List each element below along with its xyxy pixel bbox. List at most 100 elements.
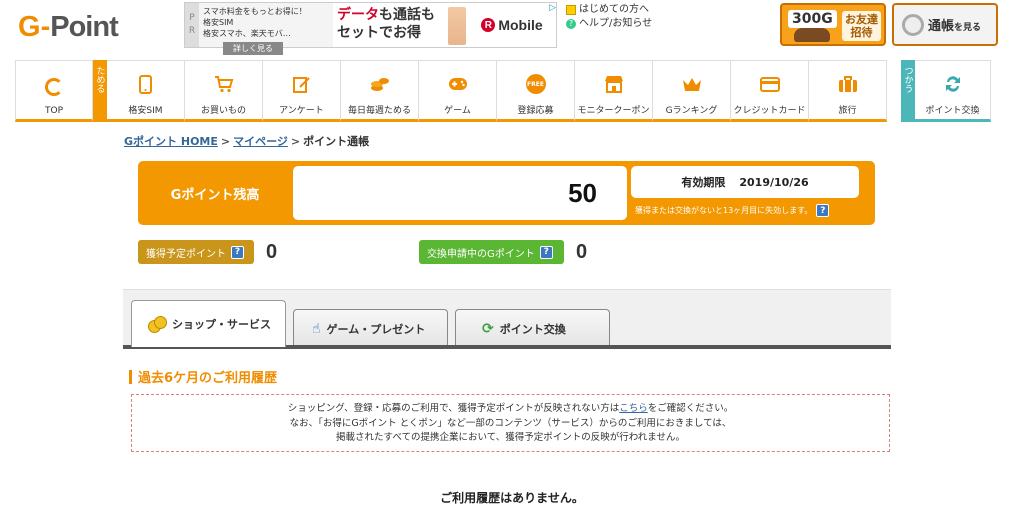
nav-item-monitor[interactable]: モニタークーポン [575,60,653,122]
expiry-box: 有効期限 2019/10/26 [631,166,859,198]
breadcrumb-sep-2: > [290,135,301,148]
ad-mid-line2: セットでお得 [337,25,421,41]
nav-item-game[interactable]: ゲーム [419,60,497,122]
ad-left: スマホ料金をもっとお得に！ 格安SIM 格安スマホ、楽天モバ… 詳しく見る [199,3,333,55]
passbook-small: を見る [954,23,982,33]
title-bar-marker [129,369,132,384]
friend-invite-text: お友達 招待 [842,10,881,41]
exchange-pending-label: 交換申請中のGポイント ? [419,240,564,264]
tab-game-present[interactable]: ☝ ゲーム・プレゼント [293,309,448,347]
phone-icon [136,74,156,94]
free-icon-text: FREE [525,74,546,94]
balance-panel: Gポイント残高 50 有効期限 2019/10/26 獲得または交換がないと13… [138,161,875,225]
nav-item-register[interactable]: FREE 登録応募 [497,60,575,122]
nav-monitor-label: モニタークーポン [577,106,650,116]
nav-survey-label: アンケート [279,106,324,116]
nav-shopping-label: お買いもの [200,106,246,116]
shop-icon [604,74,624,94]
balance-value: 50 [293,166,627,220]
nav-item-sim[interactable]: 格安SIM [107,60,185,122]
help-question-icon: ? [566,19,576,29]
ad-left-line2: 格安SIM [203,18,234,27]
ad-pr-p: P [189,13,195,23]
expiry-note: 獲得または交換がないと13ヶ月目に失効します。 ? [635,204,830,217]
bear-mascot-icon [794,28,830,42]
first-time-link[interactable]: はじめての方へ [566,3,652,17]
nav-travel-label: 旅行 [838,106,857,116]
ad-banner[interactable]: P R スマホ料金をもっとお得に！ 格安SIM 格安スマホ、楽天モバ… 詳しく見… [184,2,557,55]
nav-top[interactable]: TOP [15,60,93,122]
nav-ranking-label: Gランキング [665,106,718,116]
nav-item-credit[interactable]: クレジットカード [731,60,809,122]
nav-item-shopping[interactable]: お買いもの [185,60,263,122]
notice-here-link[interactable]: こちら [619,403,648,414]
ad-brand-text: Mobile [498,17,543,33]
nav-register-label: 登録応募 [517,106,554,116]
logo-point: Point [50,10,118,43]
tab-shop-service-label: ショップ・サービス [172,318,271,331]
rakuten-r-icon: R [481,18,496,32]
coins-icon [148,316,167,333]
nav-item-travel[interactable]: 旅行 [809,60,887,122]
coins-icon [370,74,390,94]
nav-item-daily[interactable]: 毎日毎週ためる [341,60,419,122]
ad-pr-r: R [188,26,196,36]
free-icon: FREE [525,74,546,94]
tab-point-exchange[interactable]: ⟳ ポイント交換 [455,309,610,347]
expiry-note-text: 獲得または交換がないと13ヶ月目に失効します。 [635,206,813,215]
ad-mid: データも通話も セットでお得 [333,3,468,47]
expiry-label: 有効期限 [681,176,726,189]
gpoint-g-icon [44,77,64,97]
nav-item-exchange[interactable]: ポイント交換 [915,60,991,122]
crown-icon [682,74,702,94]
breadcrumb-mypage-link[interactable]: マイページ [233,135,288,148]
main-nav: TOP ためる 格安SIM お買いもの アンケート 毎日毎週ためる ゲーム FR… [15,60,991,124]
breadcrumb: Gポイント HOME > マイページ > ポイント通帳 [124,133,369,149]
breadcrumb-home-link[interactable]: Gポイント HOME [124,135,218,148]
friend-invite-amount: 300G [788,10,837,28]
friend-invite-banner[interactable]: 300G お友達 招待 [780,3,886,46]
expiry-date: 2019/10/26 [739,175,809,189]
nav-game-label: ゲーム [444,106,471,116]
nav-earn-label: ためる [93,60,107,122]
nav-item-ranking[interactable]: Gランキング [653,60,731,122]
pending-points-label: 獲得予定ポイント ? [138,240,254,264]
exchange-arrows-icon [943,74,963,94]
passbook-banner[interactable]: 通帳を見る [892,3,998,46]
gpoint-logo[interactable]: G - Point [18,10,119,44]
logo-g: G [18,10,41,43]
ad-left-line3: 格安スマホ、楽天モバ… [203,29,291,38]
tab-game-present-label: ゲーム・プレゼント [326,322,426,336]
pending-points-label-text: 獲得予定ポイント [146,248,226,260]
help-links: はじめての方へ ? ヘルプ/お知らせ [566,3,652,31]
nav-item-survey[interactable]: アンケート [263,60,341,122]
pending-help-icon[interactable]: ? [231,245,244,259]
friend-invite-line1: お友達 [845,12,878,26]
exchange-pending-help-icon[interactable]: ? [539,245,553,259]
nav-sim-label: 格安SIM [128,106,163,116]
ad-brand: R Mobile [468,3,556,47]
notice-line-2: なお、「お得にGポイント とくポン」など一部のコンテンツ（サービス）からのご利用… [289,417,732,429]
expiry-help-icon[interactable]: ? [816,204,830,217]
pointing-hand-icon: ☝ [312,320,321,337]
tab-shop-service[interactable]: ショップ・サービス [131,300,286,347]
nav-exchange-label: ポイント交換 [925,106,980,116]
survey-icon [292,74,312,94]
ad-mid-rest: も通話も [379,7,435,23]
pending-points-value: 0 [266,240,278,263]
help-news-link[interactable]: ? ヘルプ/お知らせ [566,17,652,31]
ad-mid-red: データ [337,7,379,23]
cart-icon [214,74,234,94]
history-empty-message: ご利用履歴はありません。 [440,491,584,505]
exchange-pending-value: 0 [576,240,588,263]
card-icon [759,74,780,94]
suitcase-icon [838,74,858,94]
ad-left-line1: スマホ料金をもっとお得に！ [203,7,307,16]
guide-book-icon [566,5,576,15]
ad-details-button[interactable]: 詳しく見る [223,42,283,55]
logo-dash: - [40,10,51,43]
ad-choices-icon[interactable]: ▷ [549,3,556,13]
history-title-text: 過去6ケ月のご利用履歴 [138,371,278,386]
coin-icon [902,13,924,36]
balance-label: Gポイント残高 [170,187,260,203]
